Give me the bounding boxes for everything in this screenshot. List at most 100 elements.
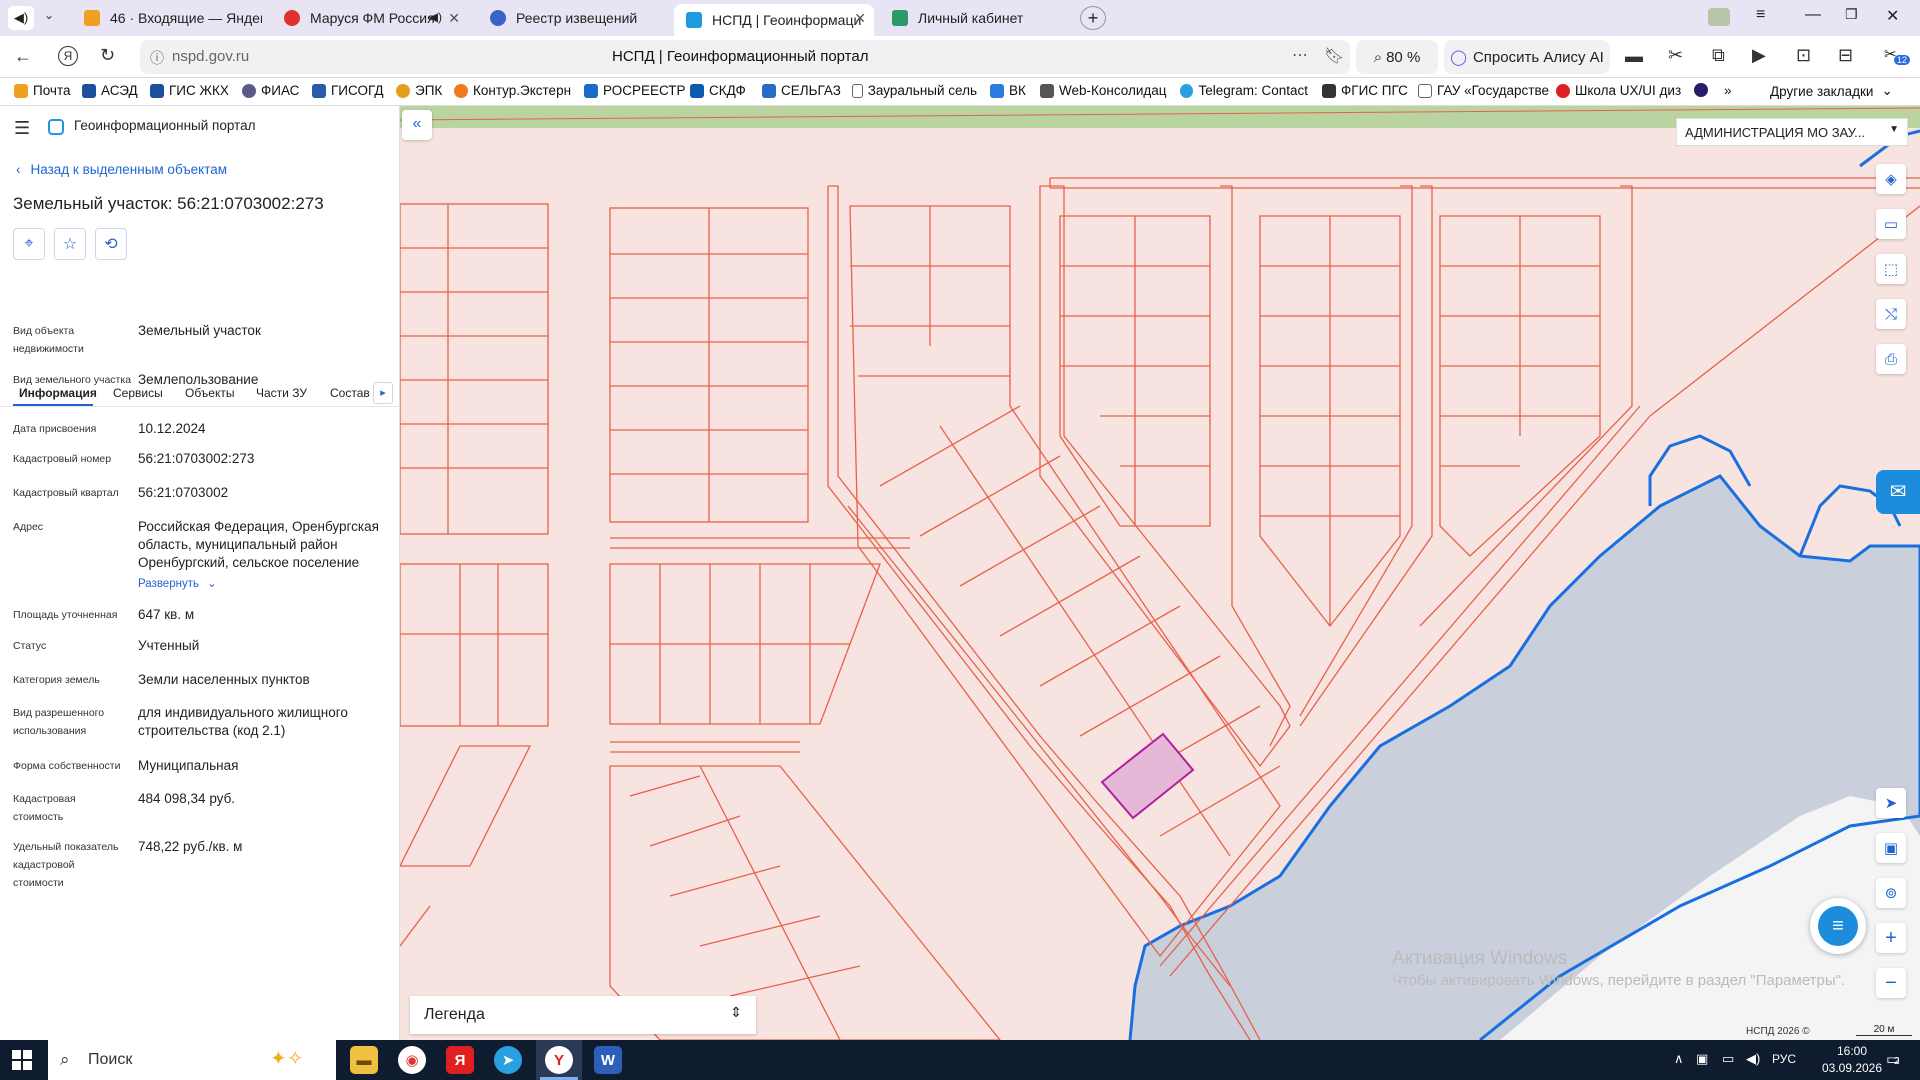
bookmark-web-consolidation[interactable]: Web-Консолидац [1040, 83, 1168, 98]
emblem-icon [490, 10, 506, 26]
back-to-selection-link[interactable]: ‹ Назад к выделенным объектам [16, 162, 227, 177]
tray-camera-icon[interactable]: ▣ [1696, 1051, 1708, 1067]
bookmark-gisogd[interactable]: ГИСОГД [312, 83, 384, 98]
extensions-icon[interactable]: ⧉ [1712, 45, 1725, 66]
region-select[interactable]: АДМИНИСТРАЦИЯ МО ЗАУ... ▼ [1676, 118, 1908, 146]
feedback-tab[interactable]: ✉ [1876, 470, 1920, 514]
bookmark-p-icon[interactable] [1694, 83, 1713, 97]
zoom-in-button[interactable]: + [1876, 923, 1906, 953]
more-icon[interactable]: ⋯ [1292, 45, 1308, 65]
zoom-out-button[interactable]: − [1876, 968, 1906, 998]
new-tab-button[interactable]: + [1080, 6, 1106, 30]
field-value: Земельный участок [138, 323, 261, 338]
other-bookmarks[interactable]: Другие закладки ⌄ [1770, 83, 1893, 99]
bookmark-telegram[interactable]: Telegram: Contact [1180, 83, 1308, 98]
field-value: 56:21:0703002:273 [138, 451, 255, 466]
minimap-button[interactable]: ▣ [1876, 833, 1906, 863]
more-bookmarks-icon[interactable]: » [1724, 83, 1732, 98]
location-pin-button[interactable]: ⊚ [1876, 878, 1906, 908]
language-indicator[interactable]: РУС [1772, 1052, 1796, 1066]
start-button[interactable] [12, 1050, 32, 1070]
bookmark-gis-zhkh[interactable]: ГИС ЖКХ [150, 83, 229, 98]
collections-icon[interactable]: ⊡ [1796, 45, 1811, 66]
favorite-button[interactable]: ☆ [54, 228, 86, 260]
minus-icon: − [1885, 971, 1897, 994]
restore-icon[interactable]: ❐ [1845, 6, 1858, 23]
yandex-app-icon[interactable]: Y [545, 1046, 573, 1074]
bookmark-icon[interactable]: 🔖︎ [1324, 46, 1344, 66]
field-label: Площадь уточненная [13, 609, 118, 621]
nspd-icon [686, 12, 702, 28]
bookmark-mail[interactable]: Почта [14, 83, 71, 98]
measure-button[interactable]: ▭ [1876, 209, 1906, 239]
bookmark-fias[interactable]: ФИАС [242, 83, 299, 98]
tab-yandex-mail[interactable]: 46 · Входящие — Яндекс П [72, 4, 262, 32]
legend-panel[interactable]: Легенда ⇕ [410, 996, 756, 1034]
field-label: Категория земель [13, 674, 100, 686]
field-label: Дата присвоения [13, 423, 97, 435]
collapse-panel-button[interactable]: « [402, 110, 432, 140]
ask-alice-button[interactable]: ◯ Спросить Алису AI [1444, 40, 1610, 74]
zoom-button[interactable]: ⌕ 80 % [1356, 40, 1438, 74]
minimize-icon[interactable]: — [1805, 6, 1821, 24]
taskbar-search[interactable]: ⌕ Поиск ✦✧ [48, 1040, 336, 1080]
file-explorer-icon[interactable]: ▬ [350, 1046, 378, 1074]
clock[interactable]: 16:00 03.09.2026 [1820, 1044, 1884, 1075]
yandex-browser-icon[interactable]: Я [446, 1046, 474, 1074]
history-button[interactable]: ⟲ [95, 228, 127, 260]
select-area-button[interactable]: ⬚ [1876, 254, 1906, 284]
address-field[interactable]: ⓘ nspd.gov.ru НСПД | Геоинформационный п… [140, 40, 1350, 74]
star-icon: ☆ [62, 236, 78, 253]
media-icon[interactable]: ▶ [1752, 45, 1766, 66]
assistant-button[interactable]: ≡ [1810, 898, 1866, 954]
bookmark-selgaz[interactable]: СЕЛЬГАЗ [762, 83, 841, 98]
reload-icon[interactable]: ↻ [100, 45, 115, 66]
tab-sound-icon[interactable]: ◀) [8, 6, 34, 30]
bookmark-kontur[interactable]: Контур.Экстерн [454, 83, 571, 98]
tab-registry[interactable]: Реестр извещений [478, 4, 668, 32]
tab-list-chevron-icon[interactable]: ⌄ [44, 8, 54, 22]
volume-icon[interactable]: ◀) [1746, 1051, 1760, 1067]
close-window-icon[interactable]: ✕ [1886, 6, 1899, 26]
bookmark-zauralny[interactable]: Зауральный сель [852, 83, 977, 98]
history-icon: ⟲ [104, 236, 118, 253]
bookmark-vk[interactable]: ВК [990, 83, 1026, 98]
tab-personal-cabinet[interactable]: Личный кабинет [880, 4, 1080, 32]
hamburger-menu-icon[interactable]: ☰ [14, 118, 30, 139]
downloads-icon[interactable]: ⊟ [1838, 45, 1853, 66]
tab-nspd[interactable]: НСПД | Геоинформаци ✕ [674, 4, 874, 36]
yandex-icon[interactable]: Я [58, 46, 78, 66]
map-view[interactable]: « АДМИНИСТРАЦИЯ МО ЗАУ... ▼ ◈ ▭ ⬚ ⤭ ⎙ ✉ … [400, 106, 1920, 1040]
network-icon[interactable]: ▭ [1722, 1051, 1734, 1067]
tools-icon[interactable]: ✂ [1668, 45, 1683, 66]
telegram-icon[interactable]: ➤ [494, 1046, 522, 1074]
profile-icon[interactable] [1708, 8, 1730, 26]
locate-object-button[interactable]: ⌖ [13, 228, 45, 260]
site-info-icon[interactable]: ⓘ [150, 48, 164, 68]
notification-center-icon[interactable]: ▭ 2 [1886, 1050, 1900, 1068]
print-button[interactable]: ⎙ [1876, 344, 1906, 374]
chrome-icon[interactable]: ◉ [398, 1046, 426, 1074]
chat-bubble-icon: ≡ [1818, 906, 1858, 946]
bookmark-ux-school[interactable]: Школа UX/UI диз [1556, 83, 1686, 98]
geolocation-button[interactable]: ➤ [1876, 788, 1906, 818]
bookmark-skdf[interactable]: СКДФ [690, 83, 746, 98]
expand-address-link[interactable]: Развернуть ⌄ [138, 576, 217, 590]
word-icon[interactable]: W [594, 1046, 622, 1074]
close-tab-icon[interactable]: ✕ [448, 10, 460, 27]
bookmark-fgis-pgs[interactable]: ФГИС ПГС [1322, 83, 1408, 98]
close-tab-icon[interactable]: ✕ [854, 10, 866, 27]
copyright: НСПД 2026 © [1746, 1026, 1810, 1037]
share-button[interactable]: ⤭ [1876, 299, 1906, 329]
bookmark-epk[interactable]: ЭПК [396, 83, 442, 98]
notifications-icon[interactable]: ✂ 12 [1884, 45, 1911, 65]
bookmark-rosreestr[interactable]: РОСРЕЕСТР [584, 83, 686, 98]
layers-button[interactable]: ◈ [1876, 164, 1906, 194]
tray-expand-icon[interactable]: ∧ [1674, 1051, 1684, 1067]
back-icon[interactable]: ← [14, 46, 32, 67]
bookmark-ased[interactable]: АСЭД [82, 83, 138, 98]
bookmark-gau[interactable]: ГАУ «Государстве [1418, 83, 1556, 98]
menu-icon[interactable]: ≡ [1756, 6, 1765, 24]
hat-icon[interactable]: ▬ [1625, 46, 1643, 67]
tab-marusya[interactable]: Маруся ФМ Россия ◀) ✕ [272, 4, 468, 32]
